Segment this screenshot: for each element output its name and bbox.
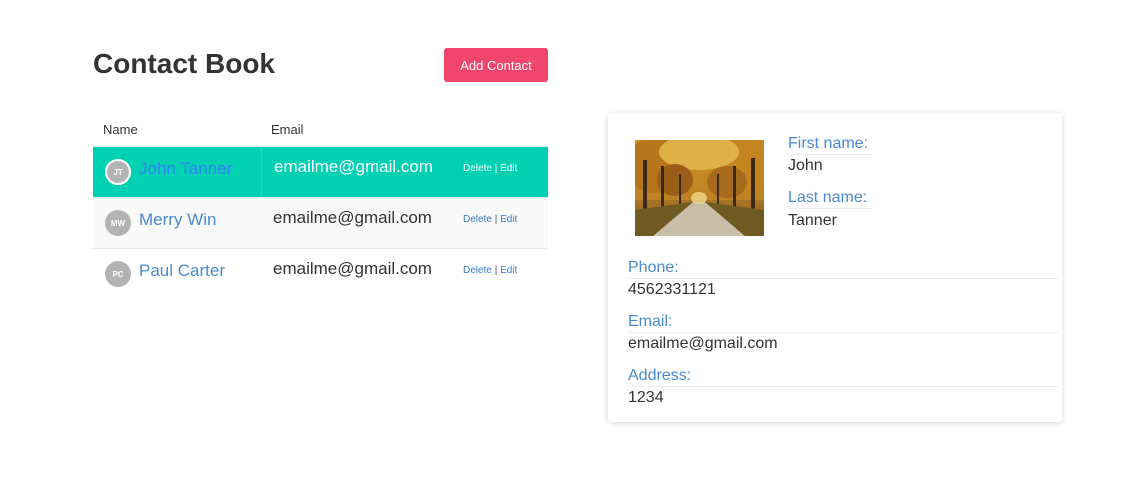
- add-contact-button[interactable]: Add Contact: [444, 48, 548, 82]
- contact-photo: [635, 140, 764, 236]
- action-separator: |: [494, 265, 498, 276]
- last-name-label: Last name:: [788, 188, 872, 209]
- avatar: JT: [105, 159, 131, 185]
- name-cell: JT John Tanner: [93, 147, 261, 197]
- delete-link[interactable]: Delete: [463, 214, 492, 225]
- table-row[interactable]: MW Merry Win emailme@gmail.com Delete | …: [93, 197, 548, 248]
- email-label: Email:: [628, 312, 1058, 333]
- email-value: emailme@gmail.com: [628, 335, 778, 352]
- row-actions: Delete | Edit: [461, 147, 517, 174]
- contact-name[interactable]: John Tanner: [139, 159, 232, 179]
- last-name-value: Tanner: [788, 212, 837, 229]
- address-label: Address:: [628, 366, 1058, 387]
- contact-name[interactable]: Merry Win: [139, 210, 216, 230]
- avatar: MW: [105, 210, 131, 236]
- phone-label: Phone:: [628, 258, 1058, 279]
- contact-email: emailme@gmail.com: [273, 208, 432, 227]
- action-separator: |: [494, 163, 498, 174]
- column-header-name: Name: [103, 122, 138, 137]
- table-row[interactable]: JT John Tanner emailme@gmail.com Delete …: [93, 146, 548, 197]
- name-cell: MW Merry Win: [93, 198, 261, 248]
- delete-link[interactable]: Delete: [463, 163, 492, 174]
- edit-link[interactable]: Edit: [500, 265, 517, 276]
- address-value: 1234: [628, 389, 664, 406]
- row-actions: Delete | Edit: [461, 249, 517, 276]
- table-row[interactable]: PC Paul Carter emailme@gmail.com Delete …: [93, 248, 548, 299]
- contact-email: emailme@gmail.com: [261, 147, 461, 197]
- table-header: Name Email: [93, 113, 548, 146]
- contact-book-app: Contact Book Add Contact Name Email JT J…: [0, 0, 1134, 498]
- first-name-value: John: [788, 157, 823, 174]
- column-header-email: Email: [271, 122, 304, 137]
- contact-email: emailme@gmail.com: [273, 259, 432, 278]
- edit-link[interactable]: Edit: [500, 163, 517, 174]
- row-actions: Delete | Edit: [461, 198, 517, 225]
- name-cell: PC Paul Carter: [93, 249, 261, 299]
- delete-link[interactable]: Delete: [463, 265, 492, 276]
- phone-value: 4562331121: [628, 281, 716, 298]
- action-separator: |: [494, 214, 498, 225]
- avatar: PC: [105, 261, 131, 287]
- contact-detail-card: First name: John Last name: Tanner Phone…: [608, 113, 1062, 422]
- contacts-table: Name Email JT John Tanner emailme@gmail.…: [93, 113, 548, 299]
- edit-link[interactable]: Edit: [500, 214, 517, 225]
- page-title: Contact Book: [93, 48, 275, 79]
- first-name-label: First name:: [788, 134, 872, 155]
- contact-name[interactable]: Paul Carter: [139, 261, 225, 281]
